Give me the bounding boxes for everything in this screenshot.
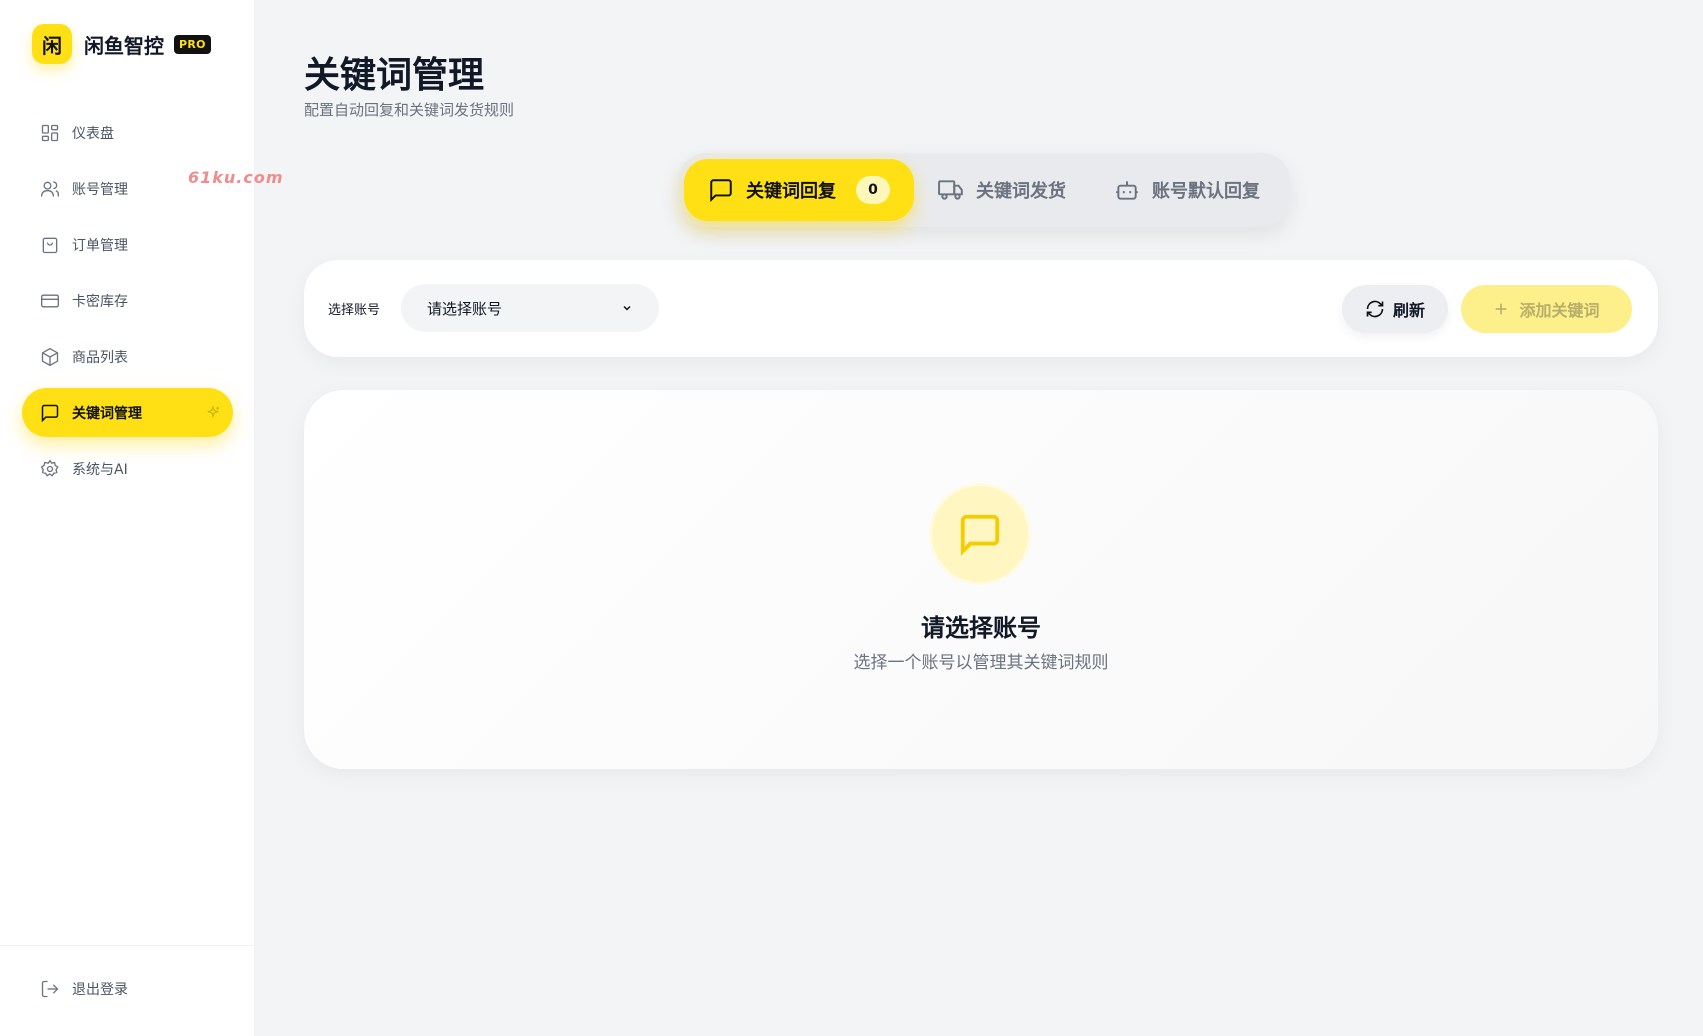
truck-icon xyxy=(938,180,963,200)
plus-icon xyxy=(1496,303,1507,315)
add-keyword-button[interactable]: 添加关键词 xyxy=(1461,285,1632,333)
refresh-button[interactable]: 刷新 xyxy=(1342,285,1448,333)
refresh-icon xyxy=(1366,300,1384,318)
tab-default-reply[interactable]: 账号默认回复 xyxy=(1090,159,1284,221)
dashboard-icon xyxy=(41,124,59,141)
sidebar-item-products[interactable]: 商品列表 xyxy=(22,332,233,381)
app-root: 闲 闲鱼智控 PRO 61ku.com 仪表盘 账号管理 订单管理 卡密库存 商… xyxy=(0,0,1703,1036)
sidebar-item-orders[interactable]: 订单管理 xyxy=(22,220,233,269)
account-select-value: 请选择账号 xyxy=(427,299,503,318)
empty-state-card: 请选择账号 选择一个账号以管理其关键词规则 xyxy=(304,390,1658,769)
page-subtitle: 配置自动回复和关键词发货规则 xyxy=(304,101,515,119)
sidebar-item-keywords[interactable]: 关键词管理 xyxy=(22,388,233,437)
sidebar-item-label: 订单管理 xyxy=(72,237,128,254)
page-title: 关键词管理 xyxy=(304,55,485,96)
empty-state-title: 请选择账号 xyxy=(921,614,1041,642)
tab-label: 关键词回复 xyxy=(746,181,836,202)
credit-card-icon xyxy=(41,294,59,307)
sidebar-item-label: 账号管理 xyxy=(72,181,128,198)
tab-label: 账号默认回复 xyxy=(1152,181,1260,202)
main-content: 关键词管理 配置自动回复和关键词发货规则 关键词回复 0 关键词发货 账号默认回… xyxy=(255,0,1703,1036)
sparkles-icon xyxy=(206,404,220,418)
toolbar: 选择账号 请选择账号 刷新 添加关键词 xyxy=(304,260,1658,357)
sidebar-item-label: 卡密库存 xyxy=(72,293,128,310)
tab-keyword-delivery[interactable]: 关键词发货 xyxy=(914,159,1090,221)
message-square-icon xyxy=(41,404,59,422)
message-square-icon xyxy=(960,514,1000,556)
tab-label: 关键词发货 xyxy=(976,181,1066,202)
sidebar-item-label: 仪表盘 xyxy=(72,125,114,142)
account-select-label: 选择账号 xyxy=(328,303,381,318)
message-square-icon xyxy=(710,179,732,203)
gear-icon xyxy=(40,458,59,477)
brand[interactable]: 闲 闲鱼智控 PRO xyxy=(32,24,211,64)
users-icon xyxy=(41,180,59,196)
empty-state-description: 选择一个账号以管理其关键词规则 xyxy=(853,653,1109,673)
brand-name: 闲鱼智控 xyxy=(84,33,164,58)
tab-bar: 关键词回复 0 关键词发货 账号默认回复 xyxy=(678,153,1290,227)
logout-button[interactable]: 退出登录 xyxy=(40,979,128,999)
box-icon xyxy=(41,347,59,366)
sidebar-item-label: 关键词管理 xyxy=(72,405,142,422)
sidebar-item-dashboard[interactable]: 仪表盘 xyxy=(22,108,233,157)
logout-icon xyxy=(41,980,59,998)
refresh-label: 刷新 xyxy=(1392,301,1425,320)
add-keyword-label: 添加关键词 xyxy=(1519,301,1600,320)
chevron-down-icon xyxy=(623,305,631,311)
tab-keyword-reply[interactable]: 关键词回复 0 xyxy=(684,159,914,221)
sidebar-item-card-inventory[interactable]: 卡密库存 xyxy=(22,276,233,325)
brand-logo: 闲 xyxy=(32,24,72,64)
sidebar-item-label: 系统与AI xyxy=(72,461,128,478)
sidebar-item-accounts[interactable]: 账号管理 xyxy=(22,164,233,213)
shopping-bag-icon xyxy=(42,237,58,253)
sidebar-item-system-ai[interactable]: 系统与AI xyxy=(22,444,233,493)
account-select[interactable]: 请选择账号 xyxy=(401,284,659,332)
tab-count-badge: 0 xyxy=(856,176,890,204)
sidebar-nav: 仪表盘 账号管理 订单管理 卡密库存 商品列表 关键词管理 系统与AI xyxy=(22,108,233,500)
empty-state-icon-wrap xyxy=(932,486,1028,582)
pro-badge: PRO xyxy=(174,34,211,54)
bot-icon xyxy=(1116,181,1138,200)
sidebar-footer: 退出登录 xyxy=(0,945,255,1036)
sidebar-item-label: 商品列表 xyxy=(72,349,128,366)
sidebar: 闲 闲鱼智控 PRO 61ku.com 仪表盘 账号管理 订单管理 卡密库存 商… xyxy=(0,0,283,1036)
logout-label: 退出登录 xyxy=(72,982,128,998)
